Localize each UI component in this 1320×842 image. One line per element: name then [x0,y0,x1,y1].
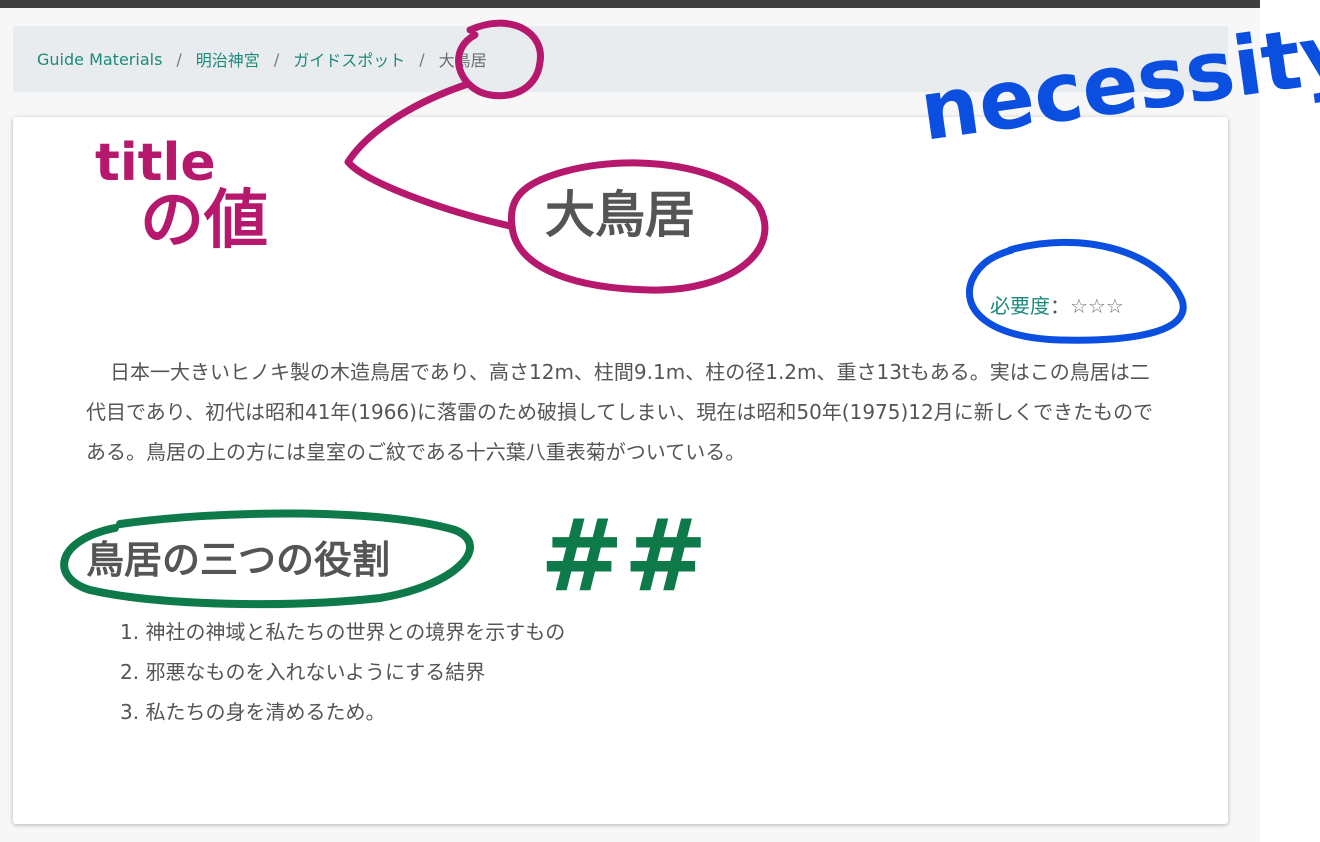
breadcrumb-guide-spot[interactable]: ガイドスポット [293,47,405,71]
breadcrumb-separator: / [273,49,280,69]
breadcrumb-current: 大鳥居 [438,51,487,70]
breadcrumb-guide-materials[interactable]: Guide Materials [37,50,162,69]
section-title: 鳥居の三つの役割 [86,538,391,582]
roles-list: 1. 神社の神域と私たちの世界との境界を示すもの 2. 邪悪なものを入れないよう… [120,612,565,732]
necessity-rating: 必要度：☆☆☆ [990,290,1124,319]
spot-description: 日本一大きいヒノキ製の木造鳥居であり、高さ12m、柱間9.1m、柱の径1.2m、… [86,360,1154,464]
list-item: 2. 邪悪なものを入れないようにする結界 [120,660,486,684]
list-item: 3. 私たちの身を清めるため。 [120,700,386,724]
necessity-separator: ： [1050,294,1070,318]
window-top-bar [0,0,1260,8]
list-item: 1. 神社の神域と私たちの世界との境界を示すもの [120,620,566,644]
necessity-label: 必要度 [990,294,1050,318]
star-rating-icon: ☆☆☆ [1070,294,1124,318]
breadcrumb-meiji-jingu[interactable]: 明治神宮 [196,47,260,71]
breadcrumb-separator: / [176,49,182,69]
breadcrumb-separator: / [419,49,425,69]
page-title: 大鳥居 [545,186,695,244]
breadcrumb: Guide Materials / 明治神宮 / ガイドスポット / 大鳥居 [13,26,1228,92]
